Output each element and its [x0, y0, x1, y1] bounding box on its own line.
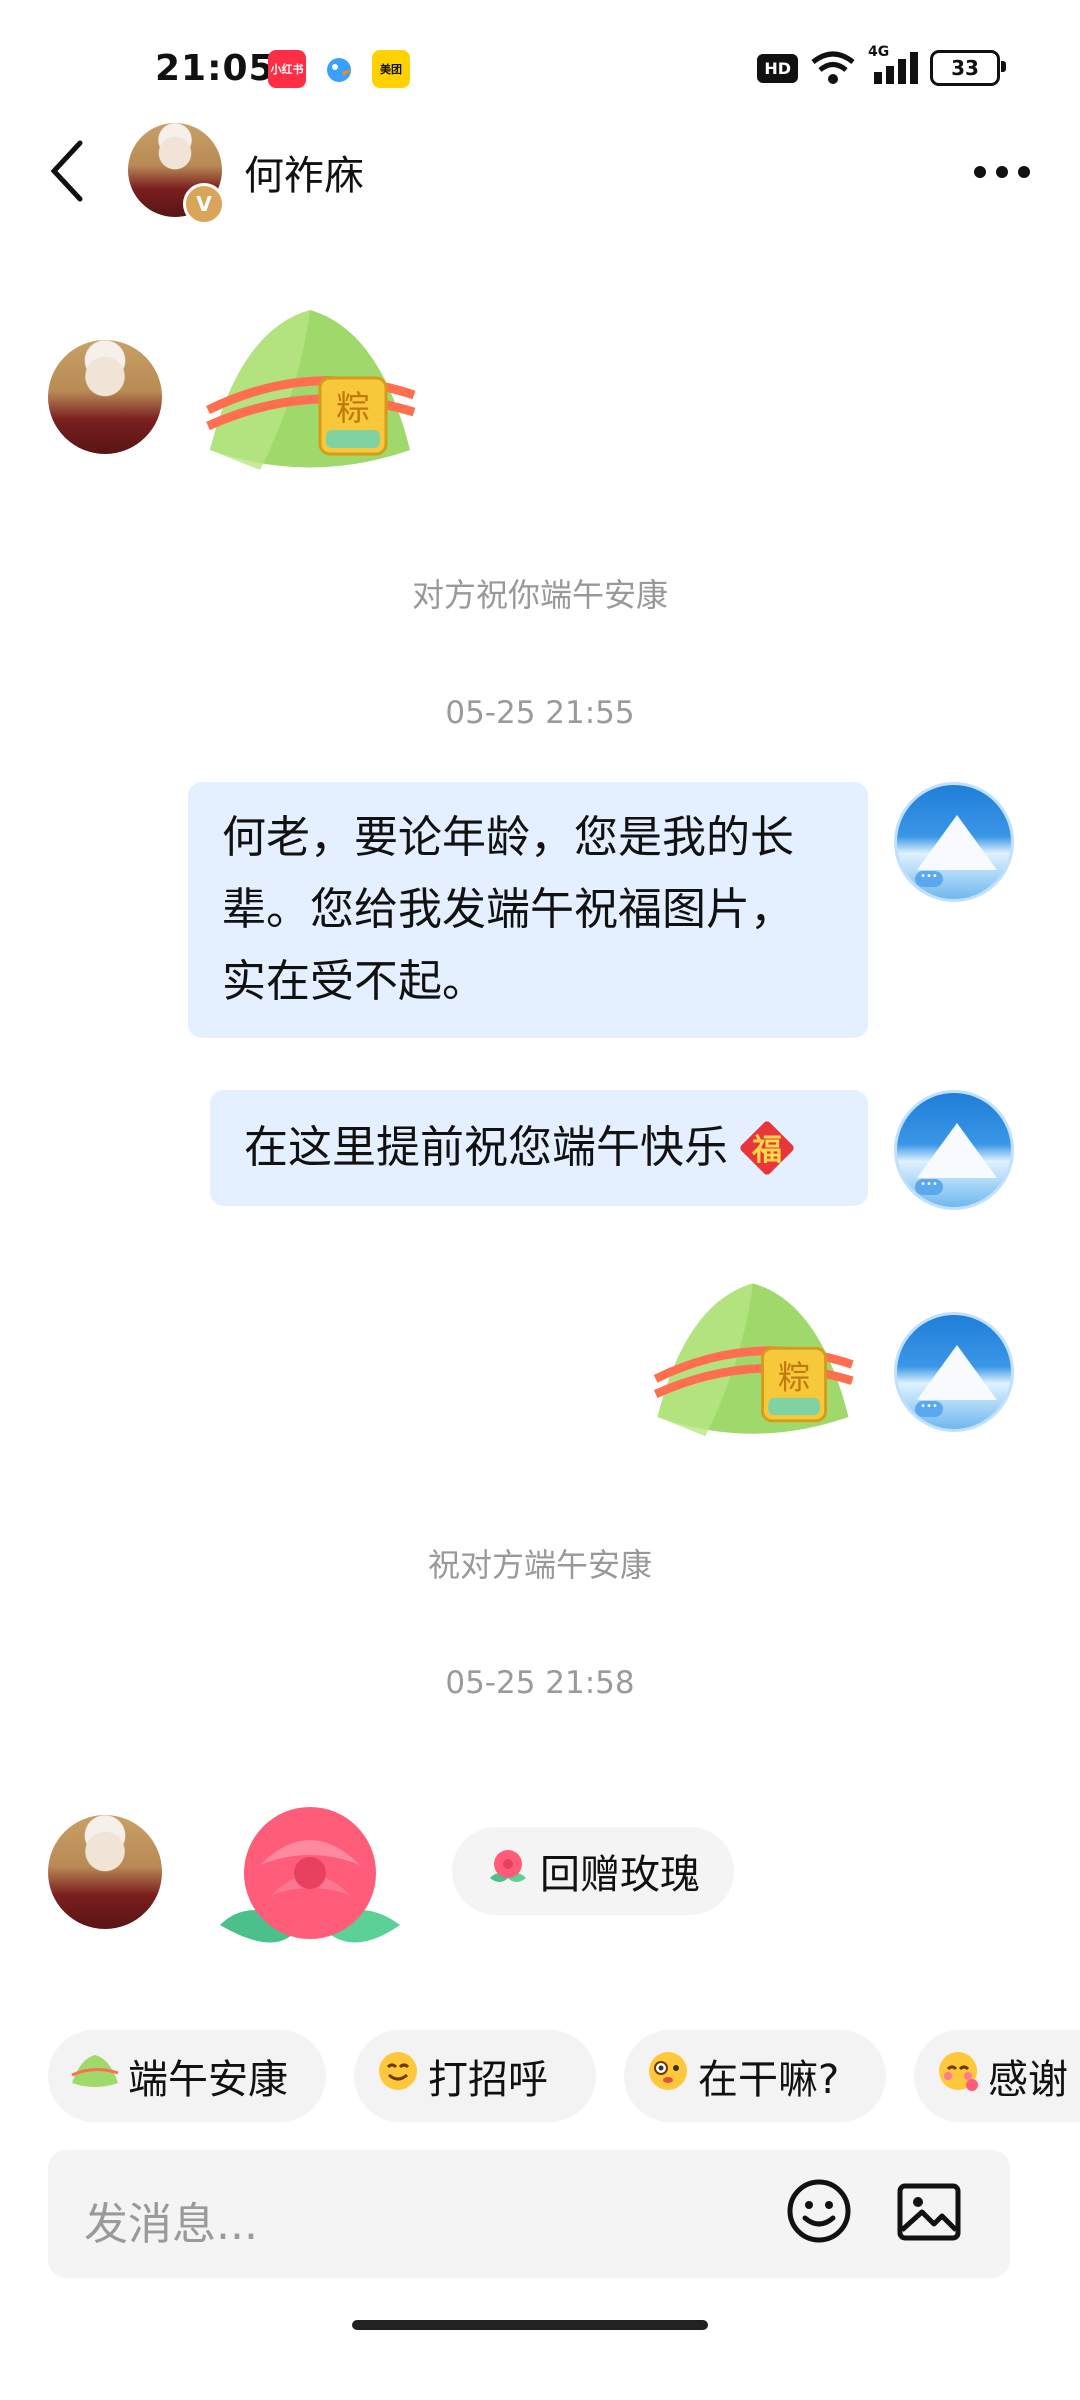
quick-reply-greet[interactable]: 打招呼: [354, 2030, 596, 2122]
svg-text:福: 福: [751, 1133, 782, 1168]
xiaohongshu-icon: 小红书: [268, 50, 306, 88]
hug-emoji-icon: [936, 2049, 980, 2103]
sent-message-bubble[interactable]: 在这里提前祝您端午快乐 福: [210, 1090, 868, 1206]
quick-reply-thanks[interactable]: 感谢: [914, 2030, 1080, 2122]
sent-message-bubble[interactable]: 何老，要论年龄，您是我的长辈。您给我发端午祝福图片，实在受不起。: [188, 782, 868, 1038]
my-avatar[interactable]: •••: [894, 1090, 1014, 1210]
wifi-icon: [811, 51, 855, 84]
status-indicators: HD 4G 33: [757, 44, 1006, 86]
quick-reply-dragon-boat[interactable]: 端午安康: [48, 2030, 326, 2122]
back-button[interactable]: [48, 139, 88, 211]
sender-avatar[interactable]: [48, 340, 162, 454]
battery-indicator: 33: [930, 50, 1006, 86]
hd-icon: HD: [757, 53, 798, 83]
return-rose-label: 回赠玫瑰: [540, 1852, 700, 1898]
rose-icon: [486, 1844, 530, 1898]
cell-signal-icon: 4G: [868, 44, 918, 86]
zongzi-sticker[interactable]: 粽: [200, 300, 420, 494]
more-options-button[interactable]: [972, 143, 1032, 183]
verified-badge: V: [183, 183, 225, 225]
image-button[interactable]: [896, 2182, 962, 2242]
zongzi-icon: [70, 2053, 120, 2099]
message-input[interactable]: 发消息...: [84, 2188, 258, 2252]
more-icon: [974, 166, 1030, 178]
zongzi-tag-text: 粽: [778, 1358, 810, 1396]
home-indicator[interactable]: [352, 2320, 708, 2330]
meituan-icon: 美团: [372, 50, 410, 88]
bird-app-icon: [320, 50, 358, 88]
emoji-button[interactable]: [786, 2178, 852, 2244]
timestamp: 05-25 21:55: [445, 695, 635, 731]
zongzi-tag-text: 粽: [336, 389, 370, 429]
return-rose-button[interactable]: 回赠玫瑰: [452, 1827, 734, 1915]
quick-reply-row: 端午安康 打招呼 在干嘛? 感谢: [48, 2030, 1080, 2122]
chevron-left-icon: [50, 140, 83, 202]
my-avatar[interactable]: •••: [894, 782, 1014, 902]
my-avatar[interactable]: •••: [894, 1312, 1014, 1432]
status-time: 21:05: [155, 48, 275, 89]
timestamp: 05-25 21:58: [445, 1665, 635, 1701]
system-message: 对方祝你端午安康: [411, 576, 668, 614]
message-text: 在这里提前祝您端午快乐: [244, 1122, 728, 1173]
sender-avatar[interactable]: [48, 1815, 162, 1929]
status-bar: 21:05 小红书 美团 HD 4G 33: [0, 0, 1080, 110]
contact-name: 何祚庥: [244, 153, 364, 199]
fu-emoji-icon: 福: [736, 1117, 798, 1179]
emoji-icon: [787, 2179, 851, 2243]
rose-sticker[interactable]: [210, 1795, 410, 1969]
message-text: 何老，要论年龄，您是我的长辈。您给我发端午祝福图片，实在受不起。: [222, 812, 794, 1007]
zongzi-sticker[interactable]: 粽: [648, 1272, 858, 1461]
smile-emoji-icon: [376, 2049, 420, 2103]
curious-emoji-icon: [646, 2049, 690, 2103]
quick-reply-what-doing[interactable]: 在干嘛?: [624, 2030, 886, 2122]
image-icon: [897, 2183, 961, 2241]
system-message: 祝对方端午安康: [427, 1546, 652, 1584]
chat-header: V 何祚庥: [0, 115, 1080, 225]
message-input-bar: 发消息...: [48, 2150, 1010, 2278]
